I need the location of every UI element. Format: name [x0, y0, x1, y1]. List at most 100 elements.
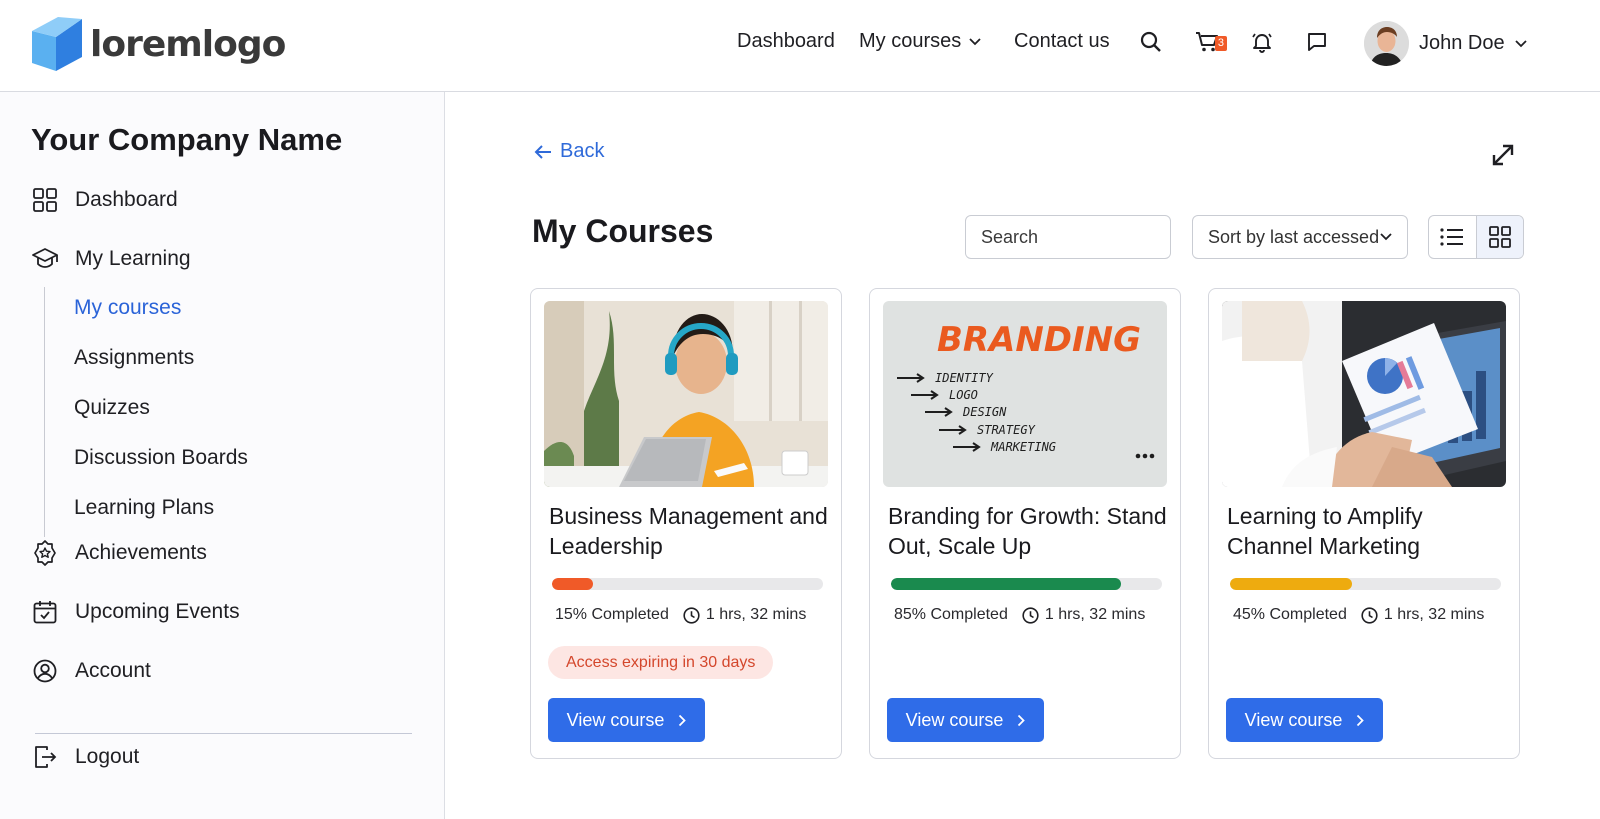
sidebar-subitem-my-courses[interactable]: My courses — [74, 296, 181, 320]
sidebar-item-dashboard[interactable]: Dashboard — [31, 186, 178, 214]
clock-icon — [1022, 606, 1039, 624]
bell-icon[interactable] — [1248, 28, 1276, 56]
branding-line-logo: LOGO — [949, 388, 978, 402]
sort-select[interactable]: Sort by last accessed — [1192, 215, 1408, 259]
progress-bar-fill — [1230, 578, 1352, 590]
sidebar-item-label: Dashboard — [75, 188, 178, 211]
chevron-down-icon — [1380, 233, 1392, 241]
clock-icon — [1361, 606, 1378, 624]
course-meta: 15% Completed 1 hrs, 32 mins — [555, 606, 806, 624]
course-thumbnail-analytics-report — [1222, 301, 1506, 487]
user-name: John Doe — [1419, 32, 1505, 54]
submenu-divider — [44, 287, 45, 537]
sidebar: Your Company Name Dashboard My Learning … — [0, 92, 445, 819]
course-duration: 1 hrs, 32 mins — [1383, 606, 1485, 623]
view-course-label: View course — [905, 709, 1004, 730]
course-title: Learning to Amplify Channel Marketing — [1227, 503, 1423, 559]
logout-icon — [31, 743, 59, 771]
dashboard-grid-icon — [31, 186, 59, 214]
user-circle-icon — [31, 657, 59, 685]
cart-count-badge: 3 — [1214, 36, 1227, 51]
nav-my-courses[interactable]: My courses — [859, 30, 981, 53]
graduation-cap-icon — [31, 245, 59, 273]
progress-bar-fill — [891, 578, 1122, 590]
sidebar-subitem-learning-plans[interactable]: Learning Plans — [74, 496, 214, 520]
chevron-right-icon — [1018, 714, 1026, 726]
progress-bar — [1230, 578, 1501, 590]
avatar — [1364, 21, 1409, 66]
course-card: Learning to Amplify Channel Marketing 45… — [1208, 288, 1520, 759]
logo-mark-icon — [32, 17, 82, 71]
course-title: Branding for Growth: Stand Out, Scale Up — [888, 503, 1167, 559]
branding-line-strategy: STRATEGY — [977, 423, 1036, 437]
back-label: Back — [560, 140, 605, 162]
cart-icon[interactable]: 3 — [1193, 28, 1227, 56]
chevron-right-icon — [679, 714, 687, 726]
nav-my-courses-label: My courses — [859, 30, 962, 52]
search-icon[interactable] — [1137, 28, 1165, 56]
course-duration: 1 hrs, 32 mins — [1044, 606, 1146, 623]
course-card: Business Management and Leadership 15% C… — [530, 288, 842, 759]
chevron-down-icon — [969, 37, 981, 45]
view-toggle — [1428, 215, 1524, 259]
sidebar-divider — [35, 733, 412, 734]
chevron-right-icon — [1357, 714, 1365, 726]
branding-line-identity: IDENTITY — [935, 371, 994, 385]
back-link[interactable]: Back — [534, 140, 604, 163]
nav-contact-us[interactable]: Contact us — [1014, 30, 1110, 53]
sidebar-item-label: My Learning — [75, 247, 191, 270]
branding-heading: BRANDING — [937, 320, 1141, 360]
course-meta: 45% Completed 1 hrs, 32 mins — [1233, 606, 1484, 624]
progress-bar — [891, 578, 1162, 590]
clock-icon — [683, 606, 700, 624]
course-title: Business Management and Leadership — [549, 503, 828, 559]
top-navigation: loremlogo Dashboard My courses Contact u… — [0, 0, 1600, 92]
sidebar-item-my-learning[interactable]: My Learning — [31, 245, 191, 273]
progress-label: 15% Completed — [555, 606, 669, 623]
branding-line-design: DESIGN — [962, 405, 1007, 419]
course-thumbnail-branding-board: BRANDING IDENTITY LOGO DESIGN STRATEGY M… — [883, 301, 1167, 487]
sidebar-item-achievements[interactable]: Achievements — [31, 539, 207, 567]
grid-view-icon[interactable] — [1475, 216, 1523, 258]
page-title: My Courses — [532, 213, 714, 249]
brand-logo[interactable]: loremlogo — [32, 17, 286, 71]
sidebar-subitem-discussion-boards[interactable]: Discussion Boards — [74, 446, 248, 470]
view-course-button[interactable]: View course — [887, 698, 1044, 742]
sort-select-value: Sort by last accessed — [1208, 226, 1380, 247]
view-course-button[interactable]: View course — [1226, 698, 1383, 742]
logo-text: loremlogo — [90, 23, 286, 65]
progress-bar-fill — [552, 578, 593, 590]
chevron-down-icon — [1514, 39, 1527, 47]
star-badge-icon — [31, 539, 59, 567]
course-thumbnail-woman-laptop — [544, 301, 828, 487]
arrow-left-icon — [534, 144, 551, 159]
sidebar-item-account[interactable]: Account — [31, 657, 151, 685]
view-course-label: View course — [1244, 709, 1343, 730]
sidebar-subitem-assignments[interactable]: Assignments — [74, 346, 194, 370]
progress-bar — [552, 578, 823, 590]
sidebar-item-logout[interactable]: Logout — [31, 743, 139, 771]
sidebar-item-label: Achievements — [75, 541, 207, 564]
list-view-icon[interactable] — [1429, 216, 1476, 258]
view-course-button[interactable]: View course — [548, 698, 705, 742]
sidebar-item-label: Upcoming Events — [75, 600, 240, 623]
calendar-check-icon — [31, 598, 59, 626]
company-name: Your Company Name — [31, 122, 343, 157]
sidebar-subitem-quizzes[interactable]: Quizzes — [74, 396, 150, 420]
search-input[interactable] — [965, 215, 1171, 259]
chat-icon[interactable] — [1303, 28, 1331, 56]
sidebar-item-label: Account — [75, 659, 151, 682]
sidebar-item-upcoming-events[interactable]: Upcoming Events — [31, 598, 240, 626]
expiry-badge: Access expiring in 30 days — [548, 646, 774, 679]
course-duration: 1 hrs, 32 mins — [705, 606, 807, 623]
branding-line-marketing: MARKETING — [990, 440, 1056, 454]
progress-label: 45% Completed — [1233, 606, 1347, 623]
sidebar-item-label: Logout — [75, 745, 140, 768]
course-card: BRANDING IDENTITY LOGO DESIGN STRATEGY M… — [869, 288, 1181, 759]
course-meta: 85% Completed 1 hrs, 32 mins — [894, 606, 1145, 624]
user-menu[interactable]: John Doe — [1364, 21, 1527, 66]
nav-dashboard[interactable]: Dashboard — [737, 30, 835, 53]
expand-icon[interactable] — [1489, 141, 1517, 169]
view-course-label: View course — [566, 709, 665, 730]
progress-label: 85% Completed — [894, 606, 1008, 623]
